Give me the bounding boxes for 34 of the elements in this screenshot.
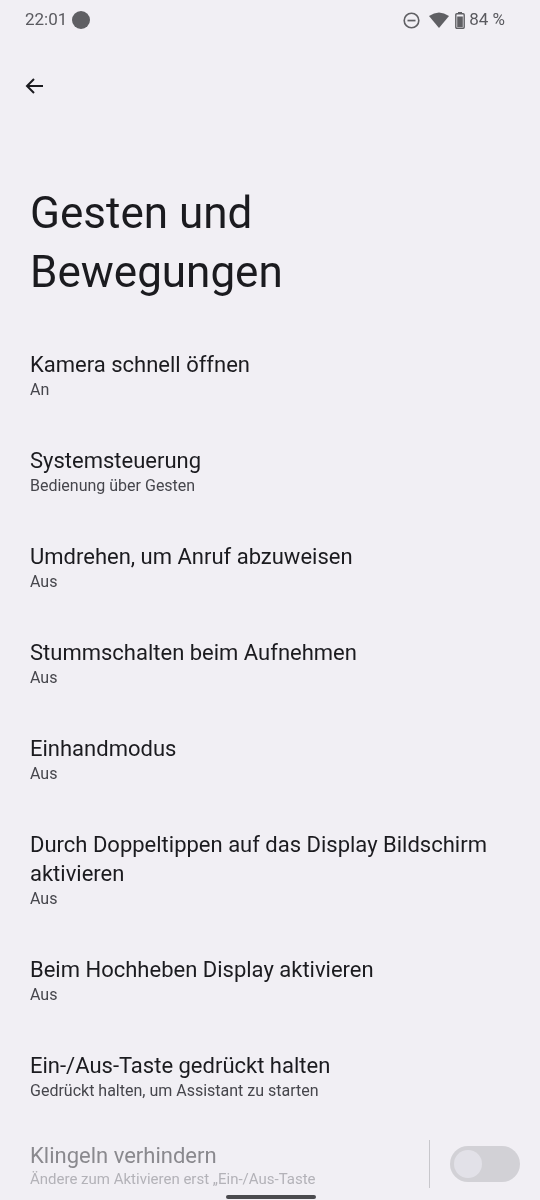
page-title: Gesten und Bewegungen: [29, 186, 284, 300]
setting-title: Klingeln verhindern: [30, 1141, 218, 1170]
settings-item[interactable]: Umdrehen, um Anruf abzuweisen Aus: [0, 519, 540, 615]
status-time: 22:01: [25, 8, 68, 32]
notification-dot-icon: [72, 11, 91, 29]
setting-title: Beim Hochheben Display aktivieren: [30, 956, 375, 984]
setting-title: Kamera schnell öffnen: [30, 351, 251, 379]
battery-icon: [455, 11, 466, 29]
settings-item[interactable]: Systemsteuerung Bedienung über Gesten: [0, 423, 540, 519]
setting-summary: Gedrückt halten, um Assistant zu starten: [30, 1080, 320, 1101]
battery-percentage: 84 %: [469, 8, 505, 32]
setting-summary: Aus: [30, 571, 59, 592]
settings-item[interactable]: Kamera schnell öffnen An: [0, 327, 540, 423]
setting-summary: Aus: [30, 763, 59, 784]
setting-title: Stummschalten beim Aufnehmen: [30, 639, 358, 667]
setting-title: Umdrehen, um Anruf abzuweisen: [30, 543, 354, 571]
settings-item[interactable]: Beim Hochheben Display aktivieren Aus: [0, 932, 540, 1028]
settings-item[interactable]: Einhandmodus Aus: [0, 711, 540, 807]
setting-title: Ein-/Aus-Taste gedrückt halten: [30, 1052, 332, 1080]
settings-item[interactable]: Stummschalten beim Aufnehmen Aus: [0, 615, 540, 711]
setting-summary: Aus: [30, 667, 59, 688]
navigation-handle[interactable]: [226, 1195, 316, 1199]
do-not-disturb-icon: [403, 11, 421, 29]
setting-title: Systemsteuerung: [30, 447, 203, 475]
setting-summary: Ändere zum Aktivieren erst „Ein-/Aus-Taste: [30, 1169, 317, 1188]
setting-summary: An: [30, 379, 51, 400]
setting-summary: Bedienung über Gesten: [30, 475, 197, 496]
wifi-icon: [429, 12, 450, 28]
setting-summary: Aus: [30, 888, 59, 909]
settings-item[interactable]: Durch Doppeltippen auf das Display Bildschirm aktivieren Aus: [0, 807, 540, 932]
setting-title: Einhandmodus: [30, 735, 178, 763]
setting-summary: Aus: [30, 984, 59, 1005]
settings-item[interactable]: Ein-/Aus-Taste gedrückt halten Gedrückt halten, um Assistant zu starten: [0, 1028, 540, 1124]
setting-title: Durch Doppeltippen auf das Display Bildschirm aktivieren: [30, 831, 488, 888]
